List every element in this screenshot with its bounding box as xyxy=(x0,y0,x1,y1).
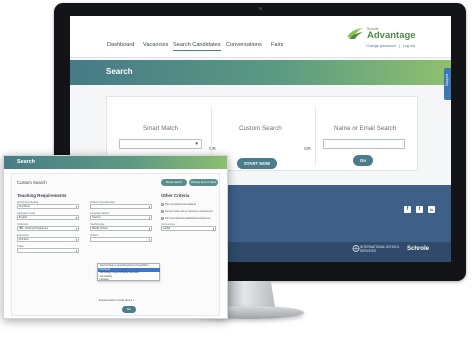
twitter-icon[interactable]: t xyxy=(416,206,423,213)
field-value: Global xyxy=(163,227,171,230)
product-mockup: Dashboard Vacancies Search Candidates Co… xyxy=(0,0,476,337)
name-email-go-button[interactable]: Go xyxy=(353,155,373,166)
change-level-button[interactable]: Change level of Save xyxy=(189,179,218,186)
chevron-down-icon: ▾ xyxy=(148,205,150,209)
field-value: Teacher xyxy=(92,216,101,219)
custom-search-form: Custom Search Reset search Change level … xyxy=(11,173,220,316)
or-label-1: OR xyxy=(209,146,216,151)
advantage-logo-icon xyxy=(347,28,363,39)
start-now-button[interactable]: START NOW xyxy=(237,158,277,169)
nav-dashboard[interactable]: Dashboard xyxy=(107,42,134,48)
support-tab-label: Support xyxy=(445,74,449,87)
custom-search-header: Search xyxy=(4,156,227,169)
field-value: English xyxy=(19,216,28,219)
criteria-option[interactable]: Has international qualification/experien… xyxy=(161,217,211,220)
search-banner: Search xyxy=(70,60,451,85)
chevron-down-icon: ▾ xyxy=(148,216,150,220)
nav-search-candidates[interactable]: Search Candidates xyxy=(173,42,221,51)
page-title: Search xyxy=(106,67,133,76)
smart-match-title: Smart Match xyxy=(143,125,179,132)
monitor-camera xyxy=(259,7,262,10)
name-email-input[interactable] xyxy=(323,139,405,149)
language-level-select[interactable]: English ▾ xyxy=(17,215,79,220)
logout-link[interactable]: Log out xyxy=(403,44,415,48)
brand-name[interactable]: Advantage xyxy=(367,30,416,41)
field-value: Middle School xyxy=(92,227,108,230)
nav-conversations[interactable]: Conversations xyxy=(226,42,262,48)
chevron-down-icon: ▾ xyxy=(75,249,77,253)
nav-vacancies[interactable]: Vacancies xyxy=(143,42,168,48)
support-tab[interactable]: Support xyxy=(444,68,451,100)
chevron-down-icon: ▾ xyxy=(212,227,214,231)
criteria-option[interactable]: Current work visa or residency requireme… xyxy=(161,210,213,213)
radio-icon xyxy=(161,210,164,213)
brand-block: Schrole Advantage Change password | Log … xyxy=(340,26,440,50)
field-value: IBD - Diploma Programme xyxy=(19,227,49,230)
teaching-age-select[interactable]: Middle School ▾ xyxy=(90,226,152,231)
criteria-label: Has international qualification/experien… xyxy=(165,217,211,221)
linkedin-icon[interactable]: in xyxy=(428,206,435,213)
link-separator: | xyxy=(398,44,400,48)
custom-search-go-button[interactable]: Go xyxy=(122,306,136,313)
custom-search-title: Custom Search xyxy=(239,125,282,132)
radio-icon xyxy=(161,203,164,206)
criteria-label: Current work visa or residency requireme… xyxy=(165,210,213,214)
isb-logo-text: INTERNATIONAL SCHOOL SERVICES xyxy=(360,245,400,253)
chevron-down-icon: ▾ xyxy=(148,227,150,231)
subject-dropdown-list: Teacher/Team Leader/Department Head/Othe… xyxy=(97,263,160,281)
account-links: Change password | Log out xyxy=(366,44,415,48)
isb-logo-icon xyxy=(352,245,360,252)
curriculum-select[interactable]: IBD - Diploma Programme ▾ xyxy=(17,226,79,231)
facebook-icon[interactable]: f xyxy=(404,206,411,213)
chevron-down-icon: ▾ xyxy=(75,216,77,220)
position-type-select[interactable]: ▾ xyxy=(90,204,152,209)
chevron-down-icon: ▾ xyxy=(75,227,77,231)
schrole-logo: Schrole xyxy=(407,246,430,252)
criteria-label: Has completed international xyxy=(165,203,196,207)
change-password-link[interactable]: Change password xyxy=(366,44,396,48)
expand-results-link[interactable]: Expand search results above ▾ xyxy=(12,299,221,302)
field-value: Any/None xyxy=(19,205,30,208)
chevron-down-icon: ▾ xyxy=(75,205,77,209)
subject-select[interactable]: ▾ xyxy=(90,237,152,242)
top-navigation: Dashboard Vacancies Search Candidates Co… xyxy=(70,16,451,58)
name-email-title: Name or Email Search xyxy=(334,125,397,132)
chevron-down-icon: ▾ xyxy=(75,238,77,242)
experience-select[interactable]: Full-time ▾ xyxy=(17,237,79,242)
custom-search-label: Custom Search xyxy=(17,180,47,185)
chevron-down-icon: ▾ xyxy=(195,141,198,147)
radio-icon xyxy=(161,217,164,220)
custom-search-window: Search Custom Search Reset search Change… xyxy=(3,155,228,319)
teaching-requirements-heading: Teaching Requirements xyxy=(17,193,67,198)
other-criteria-heading: Other Criteria xyxy=(161,193,190,198)
school-type-select[interactable]: Any/None ▾ xyxy=(17,204,79,209)
nav-fairs[interactable]: Fairs xyxy=(271,42,283,48)
reset-search-button[interactable]: Reset search xyxy=(161,179,187,186)
field-value: Full-time xyxy=(19,238,29,241)
custom-search-window-title: Search xyxy=(17,159,35,165)
smart-match-select[interactable]: ▾ xyxy=(119,139,202,149)
dropdown-option[interactable]: Librarian xyxy=(98,278,160,282)
criteria-option[interactable]: Has completed international xyxy=(161,203,196,206)
current-area-select[interactable]: Global ▾ xyxy=(161,226,216,231)
grade-select[interactable]: ▾ xyxy=(17,248,79,253)
language-spoken-select[interactable]: Teacher ▾ xyxy=(90,215,152,220)
chevron-down-icon: ▾ xyxy=(148,238,150,242)
divider-2 xyxy=(315,107,316,165)
or-label-2: OR xyxy=(304,146,311,151)
